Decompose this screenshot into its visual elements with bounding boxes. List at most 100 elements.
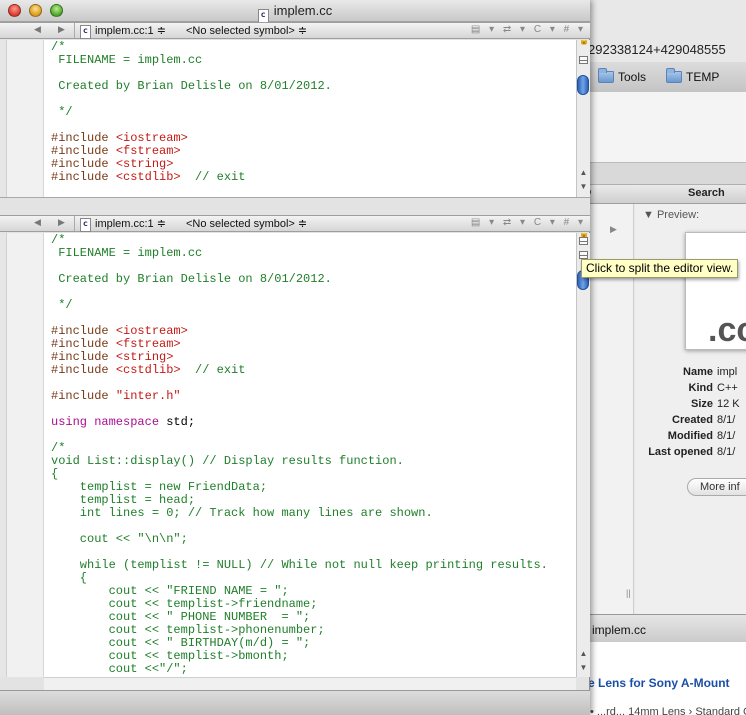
code-token: /* [51, 441, 66, 455]
code-line[interactable]: #include <cstdlib> // exit [51, 171, 332, 184]
code-token: */ [51, 105, 73, 119]
scroll-down-icon[interactable]: ▼ [579, 182, 588, 191]
path-bar-file[interactable]: implem.cc [592, 623, 646, 637]
preview-extension: .cc [708, 311, 746, 349]
toolbar-folder-temp[interactable]: TEMP [666, 68, 719, 86]
scroll-down-icon[interactable]: ▼ [579, 663, 588, 672]
folder-label: Tools [618, 70, 647, 84]
column-resize-handle[interactable]: || [626, 588, 631, 598]
horizontal-scrollbar[interactable] [44, 677, 576, 690]
code-token: FILENAME = implem.cc [51, 246, 203, 260]
scroll-up-icon[interactable]: ▲ [579, 168, 588, 177]
split-editor-icon[interactable] [579, 56, 588, 64]
code-token: cout <<"/"; [51, 662, 188, 676]
editor-split-divider[interactable] [0, 197, 590, 215]
code-line[interactable] [51, 429, 548, 442]
code-token: /* [51, 233, 66, 247]
browser-link[interactable]: e Lens for Sony A-Mount [588, 676, 730, 690]
code-line[interactable]: Created by Brian Delisle on 8/01/2012. [51, 273, 548, 286]
scroll-up-icon[interactable]: ▲ [579, 649, 588, 658]
code-token: #include [51, 157, 116, 171]
split-editor-icon[interactable] [579, 251, 588, 259]
meta-row-created: Created 8/1/ [672, 414, 736, 426]
code-line[interactable]: int lines = 0; // Track how many lines a… [51, 507, 548, 520]
code-line[interactable]: FILENAME = implem.cc [51, 247, 548, 260]
jump-bar-separator [74, 216, 75, 231]
code-token: cout << " PHONE NUMBER = "; [51, 610, 311, 624]
jump-bar-top: ◀ ▶ C implem.cc:1 ≑ <No selected symbol>… [0, 22, 590, 39]
code-line[interactable]: void List::display() // Display results … [51, 455, 548, 468]
code-token: #include [51, 131, 116, 145]
code-token: <fstream> [115, 337, 181, 351]
cpp-file-icon: C [80, 218, 91, 232]
code-line[interactable] [51, 286, 548, 299]
code-token: { [51, 571, 88, 585]
code-token: Created by Brian Delisle on 8/01/2012. [51, 272, 332, 286]
back-arrow-icon[interactable]: ◀ [34, 24, 41, 35]
folder-label: TEMP [686, 70, 720, 84]
vertical-scrollbar-top[interactable]: 🔒 ▲ ▼ [576, 40, 590, 197]
code-token: templist = new FriendData; [51, 480, 268, 494]
code-token: <string> [115, 350, 174, 364]
forward-arrow-icon[interactable]: ▶ [58, 217, 65, 228]
code-token: #include [51, 363, 116, 377]
code-line[interactable]: #include <cstdlib> // exit [51, 364, 548, 377]
code-line[interactable]: */ [51, 299, 548, 312]
code-line[interactable] [51, 93, 332, 106]
jump-bar-symbol-menu[interactable]: <No selected symbol> ≑ [186, 24, 307, 37]
code-token: templist = head; [51, 493, 196, 507]
file-preview-thumbnail: .cc [685, 232, 746, 350]
more-info-button[interactable]: More inf [687, 478, 746, 496]
code-token: using namespace [51, 415, 167, 429]
jump-bar-file[interactable]: implem.cc:1 ≑ [95, 24, 166, 37]
jump-bar-controls[interactable]: ▤ ▾ ⇄ ▾ C ▾ # ▾ [471, 24, 586, 35]
back-arrow-icon[interactable]: ◀ [34, 217, 41, 228]
editor-pane-top[interactable]: /* FILENAME = implem.cc Created by Brian… [0, 40, 590, 197]
forward-arrow-icon[interactable]: ▶ [58, 24, 65, 35]
cpp-file-icon: C [80, 25, 91, 39]
finder-bar [580, 162, 746, 184]
editor-gutter[interactable] [0, 233, 44, 677]
toolbar-folder-tools[interactable]: Tools [598, 68, 646, 86]
code-token: cout << templist->friendname; [51, 597, 318, 611]
meta-row-kind: Kind C++ [688, 382, 738, 394]
code-line[interactable]: while (templist != NULL) // While not nu… [51, 559, 548, 572]
vertical-scrollbar-bottom[interactable]: 🔒 ▲ ▼ [576, 233, 590, 677]
code-line[interactable]: FILENAME = implem.cc [51, 54, 332, 67]
jump-bar-symbol-menu[interactable]: <No selected symbol> ≑ [186, 217, 307, 230]
code-line[interactable]: */ [51, 106, 332, 119]
code-text-top[interactable]: /* FILENAME = implem.cc Created by Brian… [51, 41, 332, 184]
code-token: <cstdlib> [115, 170, 181, 184]
code-token: */ [51, 298, 73, 312]
code-line[interactable]: Created by Brian Delisle on 8/01/2012. [51, 80, 332, 93]
jump-bar-separator [74, 23, 75, 38]
finder-path-bar: implem.cc [580, 614, 746, 642]
split-editor-icon[interactable] [579, 237, 588, 245]
jump-bar-file[interactable]: implem.cc:1 ≑ [95, 217, 166, 230]
window-title: implem.cc [273, 3, 333, 18]
code-text-bottom[interactable]: /* FILENAME = implem.cc Created by Brian… [51, 234, 548, 676]
cpp-file-icon: C [257, 9, 269, 23]
jump-bar-controls[interactable]: ▤ ▾ ⇄ ▾ C ▾ # ▾ [471, 217, 586, 228]
background-browser-content: e Lens for Sony A-Mount • ...rd... 14mm … [580, 642, 746, 715]
background-finder-window: 292338124+429048555 Tools TEMP ⚲ Search … [580, 0, 746, 715]
window-titlebar[interactable]: Cimplem.cc [0, 0, 590, 23]
editor-gutter[interactable] [0, 40, 44, 197]
code-token: int lines = 0; // Track how many lines a… [51, 506, 433, 520]
search-column-header[interactable]: Search [688, 187, 725, 199]
code-token: cout << templist->bmonth; [51, 649, 289, 663]
background-number-text: 292338124+429048555 [588, 42, 726, 57]
code-token: /* [51, 40, 66, 54]
code-token: cout << "FRIEND NAME = "; [51, 584, 289, 598]
code-token: cout << templist->phonenumber; [51, 623, 325, 637]
code-line[interactable]: using namespace std; [51, 416, 548, 429]
code-line[interactable]: #include "inter.h" [51, 390, 548, 403]
code-line[interactable]: cout << "\n\n"; [51, 533, 548, 546]
code-line[interactable]: cout <<"/"; [51, 663, 548, 676]
editor-pane-bottom[interactable]: /* FILENAME = implem.cc Created by Brian… [0, 233, 590, 677]
code-token: // exit [180, 363, 246, 377]
scroll-thumb-top[interactable] [577, 75, 589, 95]
window-status-bar [0, 690, 590, 715]
code-token: FILENAME = implem.cc [51, 53, 203, 67]
lock-icon[interactable]: 🔒 [579, 40, 589, 45]
